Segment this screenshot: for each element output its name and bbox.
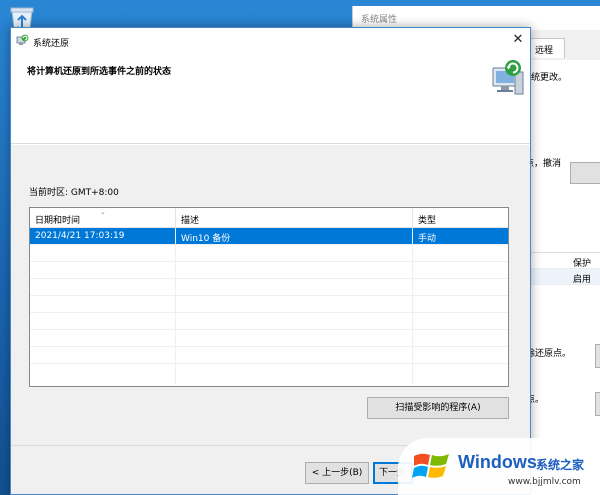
system-restore-dialog: 系统还原 ✕ 将计算机还原到所选事件之前的状态 当前时区: GMT+8:00 日… (10, 27, 531, 495)
dialog-titlebar[interactable]: 系统还原 ✕ (11, 28, 530, 54)
create-button[interactable] (595, 392, 600, 416)
close-button[interactable]: ✕ (507, 30, 529, 52)
system-restore-icon (16, 34, 29, 45)
empty-row (30, 245, 508, 262)
empty-row (30, 347, 508, 364)
empty-row (30, 330, 508, 347)
back-button[interactable]: < 上一步(B) (305, 462, 369, 484)
column-header-description-label: 描述 (181, 216, 200, 226)
scan-affected-programs-button[interactable]: 扫描受影响的程序(A) (367, 397, 509, 419)
configure-button[interactable] (595, 344, 600, 368)
tab-remote[interactable]: 远程 (529, 38, 565, 58)
empty-row (30, 279, 508, 296)
grid-header-row: 保护 (529, 253, 600, 269)
dialog-title: 系统还原 (33, 39, 70, 49)
column-header-description[interactable]: 描述 (176, 208, 413, 228)
row-type: 手动 (418, 234, 437, 244)
windows-logo-icon (412, 453, 449, 478)
restore-computer-icon (492, 60, 524, 95)
close-icon: ✕ (512, 32, 524, 47)
sort-arrow-icon: ⌄ (100, 208, 106, 216)
column-header-type[interactable]: 类型 (413, 208, 508, 228)
row-date: 2021/4/21 17:03:19 (35, 231, 125, 241)
column-divider (175, 228, 176, 384)
list-header: 日期和时间 ⌄ 描述 类型 (30, 208, 508, 228)
system-restore-button[interactable] (570, 162, 600, 184)
row-description: Win10 备份 (181, 234, 231, 244)
watermark-brand-text: 系统之家 (536, 458, 585, 472)
empty-row (30, 296, 508, 313)
timezone-label: 当前时区: GMT+8:00 (29, 188, 119, 198)
protection-settings-grid: 保护 启用 (529, 252, 600, 290)
watermark-url: www.bjjmlv.com (508, 477, 581, 487)
dialog-header: 将计算机还原到所选事件之前的状态 (11, 54, 530, 144)
watermark-windows-text: Windows (458, 452, 537, 472)
empty-row (30, 313, 508, 330)
watermark: Windows 系统之家 www.bjjmlv.com (398, 438, 600, 495)
dialog-heading: 将计算机还原到所选事件之前的状态 (27, 67, 172, 77)
system-changes-text: 统更改。 (531, 73, 568, 83)
restore-point-row[interactable]: 2021/4/21 17:03:19 Win10 备份 手动 (30, 228, 508, 245)
column-header-date-label: 日期和时间 (35, 216, 81, 226)
column-header-type-label: 类型 (418, 216, 437, 226)
empty-row (30, 262, 508, 279)
grid-row[interactable]: 启用 (529, 269, 600, 285)
grid-header-protection: 保护 (573, 259, 592, 269)
column-divider (412, 228, 413, 384)
restore-point-list[interactable]: 日期和时间 ⌄ 描述 类型 2021/4/21 17:03:19 Win10 备… (29, 207, 509, 387)
grid-value-enabled: 启用 (573, 275, 592, 285)
